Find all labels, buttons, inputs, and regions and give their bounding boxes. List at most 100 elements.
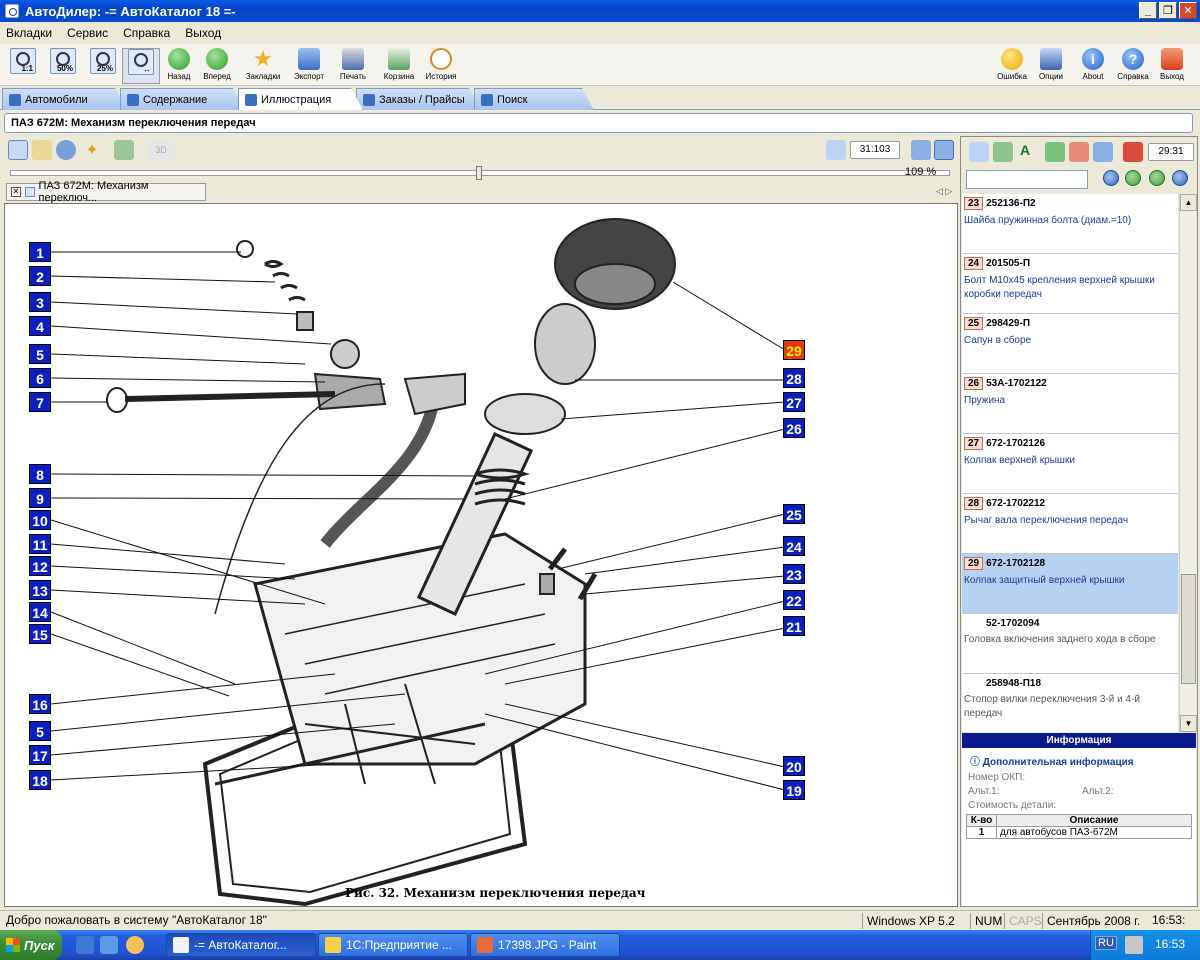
callout-right-8[interactable]: 21 xyxy=(783,616,805,636)
upload-button[interactable] xyxy=(1045,142,1065,162)
parts-search-input[interactable] xyxy=(966,170,1088,189)
tab-cars[interactable]: Автомобили xyxy=(2,88,127,110)
list-view-button[interactable] xyxy=(911,140,931,160)
car-part-button[interactable] xyxy=(1123,142,1143,162)
explorer-icon[interactable] xyxy=(100,936,118,954)
about-button[interactable]: i About xyxy=(1074,48,1112,84)
callout-left-4[interactable]: 5 xyxy=(29,344,51,364)
refresh-button[interactable] xyxy=(56,140,76,160)
callout-left-16[interactable]: 5 xyxy=(29,721,51,741)
menu-service[interactable]: Сервис xyxy=(67,26,108,40)
clock-app-icon[interactable] xyxy=(126,936,144,954)
close-doc-icon[interactable]: ✕ xyxy=(11,187,21,197)
3d-button[interactable]: 3D xyxy=(148,140,174,160)
callout-left-9[interactable]: 10 xyxy=(29,510,51,530)
callout-left-11[interactable]: 12 xyxy=(29,556,51,576)
callout-right-6[interactable]: 23 xyxy=(783,564,805,584)
history-button[interactable]: История xyxy=(422,48,460,84)
callout-right-4[interactable]: 25 xyxy=(783,504,805,524)
split-view-button[interactable] xyxy=(934,140,954,160)
text-a-icon[interactable]: A xyxy=(1015,142,1035,162)
copy-button[interactable] xyxy=(826,140,846,160)
callout-right-10[interactable]: 19 xyxy=(783,780,805,800)
scroll-thumb[interactable] xyxy=(1181,574,1196,684)
illustration-canvas[interactable]: 1 2 3 4 5 6 7 8 9 10 11 12 13 14 15 16 5 17 18 29 28 27 26 25 2… xyxy=(4,203,958,907)
callout-left-6[interactable]: 7 xyxy=(29,392,51,412)
copy-part-button[interactable] xyxy=(969,142,989,162)
grid-view-button[interactable] xyxy=(32,140,52,160)
part-row[interactable]: 52-1702094 Головка включения заднего хода… xyxy=(962,614,1178,674)
part-row[interactable]: 23 252136-П2 Шайба пружинная болта (диам.=… xyxy=(962,194,1178,254)
part-row[interactable]: 25 298429-П Сапун в сборе xyxy=(962,314,1178,374)
part-row[interactable]: 258948-П18 Стопор вилки переключения 3-й … xyxy=(962,674,1178,732)
menu-tabs[interactable]: Вкладки xyxy=(6,26,52,40)
exit-button[interactable]: Выход xyxy=(1153,48,1191,84)
callout-left-7[interactable]: 8 xyxy=(29,464,51,484)
print-button[interactable]: Печать xyxy=(334,48,372,84)
help-button[interactable]: ? Справка xyxy=(1114,48,1152,84)
task-1c[interactable]: 1С:Предприятие ... xyxy=(318,933,468,957)
callout-left-2[interactable]: 3 xyxy=(29,292,51,312)
document-tab[interactable]: ✕ ПАЗ 672М: Механизм переключ... xyxy=(6,180,206,204)
zoom-1-1-button[interactable]: 1:1 xyxy=(4,48,42,84)
bookmark-star-icon[interactable]: ✦ xyxy=(82,140,102,160)
scroll-up-icon[interactable]: ▲ xyxy=(1180,194,1197,211)
start-button[interactable]: Пуск xyxy=(0,930,62,960)
part-row[interactable]: 29 672-1702128 Колпак защитный верхней кры… xyxy=(962,554,1178,614)
pointer-mode-button[interactable] xyxy=(8,140,28,160)
callout-left-18[interactable]: 18 xyxy=(29,770,51,790)
tray-app-icon[interactable] xyxy=(1125,936,1143,954)
tab-orders[interactable]: Заказы / Прайсы xyxy=(356,88,481,110)
cart-button[interactable]: Корзина xyxy=(380,48,418,84)
doc-nav-arrows[interactable]: ◁ ▷ xyxy=(936,186,952,197)
zoom-slider[interactable] xyxy=(10,166,950,180)
last-part-button[interactable] xyxy=(1172,170,1188,186)
part-row[interactable]: 28 672-1702212 Рычаг вала переключения пер… xyxy=(962,494,1178,554)
part-row[interactable]: 26 53А-1702122 Пружина xyxy=(962,374,1178,434)
callout-left-17[interactable]: 17 xyxy=(29,745,51,765)
zoom-25-button[interactable]: 25% xyxy=(84,48,122,84)
callout-right-7[interactable]: 22 xyxy=(783,590,805,610)
export-button[interactable]: Экспорт xyxy=(290,48,328,84)
language-indicator[interactable]: RU xyxy=(1095,936,1117,950)
zoom-slider-thumb[interactable] xyxy=(476,166,482,180)
zoom-fit-button[interactable]: ↔ xyxy=(122,48,160,84)
options-button[interactable]: Опции xyxy=(1032,48,1070,84)
tab-illustration[interactable]: Иллюстрация xyxy=(238,88,363,110)
next-part-button[interactable] xyxy=(1149,170,1165,186)
callout-right-2[interactable]: 27 xyxy=(783,392,805,412)
part-row[interactable]: 24 201505-П Болт М10х45 крепления верхней … xyxy=(962,254,1178,314)
callout-left-15[interactable]: 16 xyxy=(29,694,51,714)
minimize-button[interactable]: _ xyxy=(1139,2,1157,19)
callout-left-1[interactable]: 2 xyxy=(29,266,51,286)
tab-contents[interactable]: Содержание xyxy=(120,88,245,110)
scroll-down-icon[interactable]: ▼ xyxy=(1180,715,1197,732)
callout-left-5[interactable]: 6 xyxy=(29,368,51,388)
maximize-button[interactable]: ❐ xyxy=(1159,2,1177,19)
add-to-cart-button[interactable] xyxy=(993,142,1013,162)
task-autocatalog[interactable]: -= АвтоКаталог... xyxy=(166,933,316,957)
back-button[interactable]: Назад xyxy=(160,48,198,84)
forward-button[interactable]: Вперед xyxy=(198,48,236,84)
error-report-button[interactable]: Ошибка xyxy=(993,48,1031,84)
menu-exit[interactable]: Выход xyxy=(185,26,221,40)
tab-search[interactable]: Поиск xyxy=(474,88,594,110)
callout-left-14[interactable]: 15 xyxy=(29,624,51,644)
print-image-button[interactable] xyxy=(114,140,134,160)
zoom-50-button[interactable]: 50% xyxy=(44,48,82,84)
callout-left-12[interactable]: 13 xyxy=(29,580,51,600)
callout-left-8[interactable]: 9 xyxy=(29,488,51,508)
callout-right-9[interactable]: 20 xyxy=(783,756,805,776)
parts-scrollbar[interactable]: ▲ ▼ xyxy=(1179,194,1197,732)
callout-right-5[interactable]: 24 xyxy=(783,536,805,556)
task-paint[interactable]: 17398.JPG - Paint xyxy=(470,933,620,957)
prev-part-button[interactable] xyxy=(1125,170,1141,186)
edit-button[interactable] xyxy=(1093,142,1113,162)
callout-right-0[interactable]: 29 xyxy=(783,340,805,360)
menu-help[interactable]: Справка xyxy=(123,26,170,40)
ie-icon[interactable] xyxy=(76,936,94,954)
callout-left-0[interactable]: 1 xyxy=(29,242,51,262)
callout-right-3[interactable]: 26 xyxy=(783,418,805,438)
callout-left-10[interactable]: 11 xyxy=(29,534,51,554)
callout-left-13[interactable]: 14 xyxy=(29,602,51,622)
